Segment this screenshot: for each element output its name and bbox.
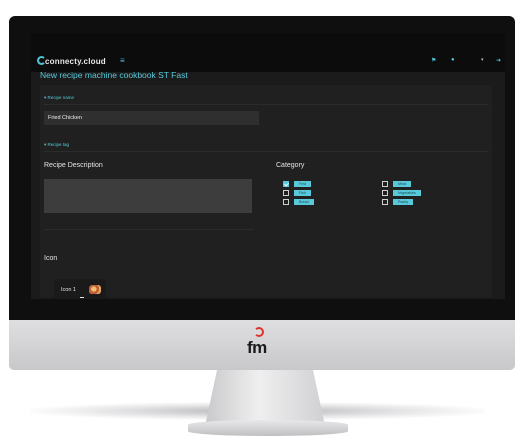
description-label: Recipe Description — [44, 162, 103, 169]
section-divider — [44, 104, 489, 105]
brand-name: connecty.cloud — [45, 57, 106, 66]
section-recipe-name-label: Recipe name — [47, 95, 75, 100]
flag-icon[interactable]: ⚑ — [431, 57, 436, 64]
category-tag: Vegetables — [393, 190, 421, 196]
monitor-brand: fm — [247, 338, 267, 357]
app-screen: connecty.cloud ≡ ⚑ ● ▾ ➜ New recipe mach… — [31, 33, 505, 299]
fm-logo-icon — [254, 327, 264, 337]
top-navbar: connecty.cloud ≡ ⚑ ● ▾ ➜ — [31, 33, 505, 72]
section-recipe-tag[interactable]: ▾ Recipe tag — [44, 142, 69, 148]
category-label: Category — [276, 162, 305, 169]
category-checkbox[interactable] — [382, 199, 388, 205]
section-recipe-name[interactable]: ▾ Recipe name — [44, 95, 74, 101]
chevron-down-icon: ▾ — [44, 142, 47, 147]
chevron-down-icon: ▾ — [44, 95, 47, 100]
category-tag: Meat — [393, 181, 411, 187]
category-tag: Fish — [294, 190, 311, 196]
monitor-stand — [205, 370, 325, 426]
icon-picker-item[interactable]: Icon 1 — [54, 279, 106, 299]
logout-icon[interactable]: ➜ — [496, 57, 501, 64]
category-tag: First — [294, 181, 311, 187]
section-divider — [44, 229, 254, 230]
page-title: New recipe machine cookbook ST Fast — [40, 70, 188, 80]
user-icon[interactable]: ● — [451, 57, 455, 63]
monitor-stand-base — [188, 420, 348, 436]
category-checkbox[interactable] — [382, 190, 388, 196]
category-checkbox[interactable] — [283, 199, 289, 205]
icon-selected-indicator — [80, 297, 84, 298]
section-recipe-tag-label: Recipe tag — [47, 142, 70, 147]
category-checkbox[interactable] — [283, 190, 289, 196]
recipe-form: ▾ Recipe name ▾ Recipe tag Recipe Descri… — [40, 85, 492, 299]
category-checkbox[interactable] — [382, 181, 388, 187]
food-thumbnail-icon — [89, 285, 101, 294]
recipe-name-input[interactable] — [44, 111, 259, 125]
caret-down-icon[interactable]: ▾ — [481, 57, 484, 63]
hamburger-icon[interactable]: ≡ — [120, 56, 125, 65]
icon-label: Icon — [44, 255, 58, 262]
recipe-description-textarea[interactable] — [44, 179, 252, 213]
category-tag: Pastry — [393, 199, 414, 205]
section-divider — [44, 151, 489, 152]
category-checkbox[interactable] — [283, 181, 289, 187]
icon-item-label: Icon 1 — [61, 287, 76, 293]
category-tag: Bread — [294, 199, 314, 205]
